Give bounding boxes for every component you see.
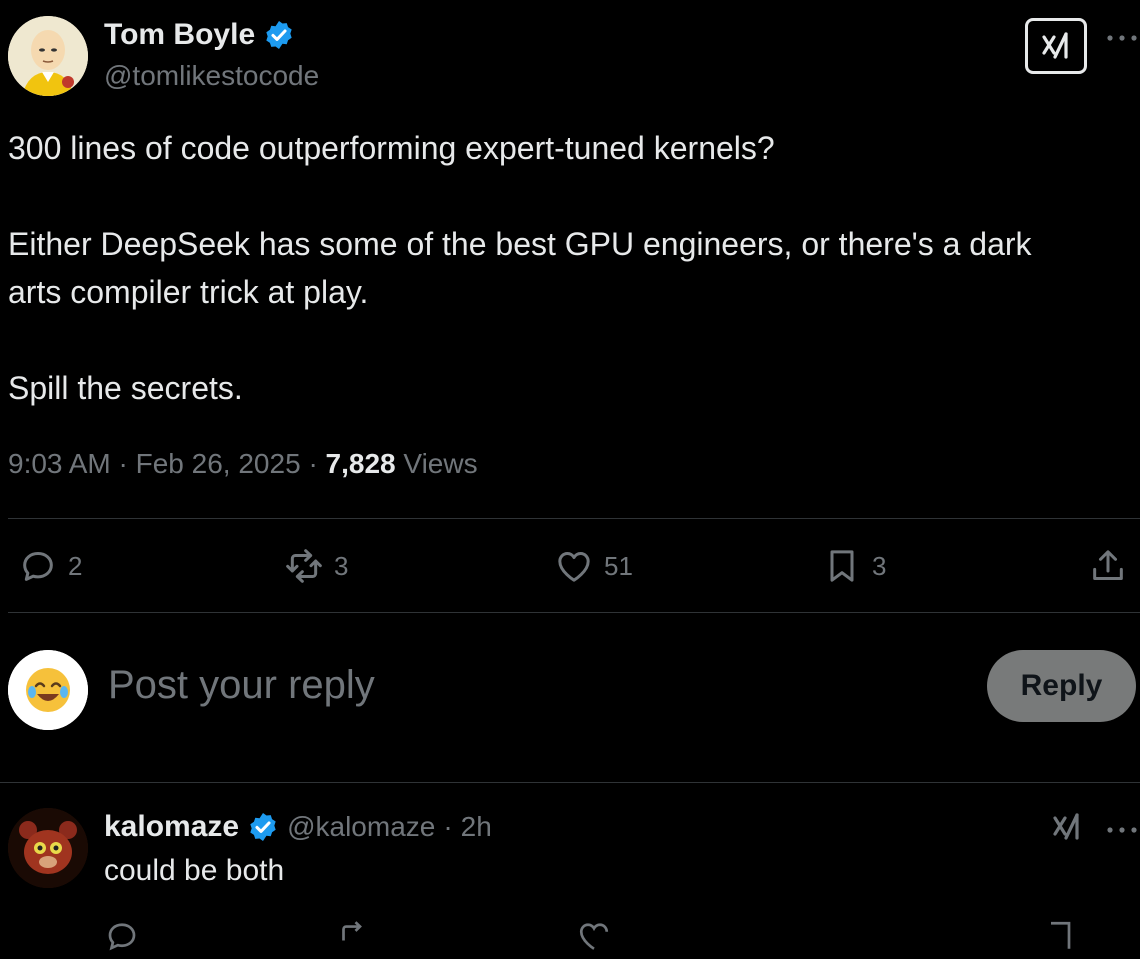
grok-icon[interactable]: [1050, 810, 1084, 849]
reply-author-name[interactable]: kalomaze: [104, 810, 239, 844]
like-count: 51: [604, 550, 633, 581]
reply-button[interactable]: Reply: [987, 650, 1136, 722]
bookmark-action[interactable]: 3: [822, 546, 886, 586]
reply-input[interactable]: Post your reply: [108, 663, 375, 708]
views-label: Views: [403, 448, 478, 479]
tweet-meta: 9:03 AM · Feb 26, 2025 · 7,828 Views: [8, 448, 478, 480]
bookmark-icon: [822, 546, 862, 586]
meta-separator: ·: [308, 448, 318, 479]
divider: [8, 518, 1140, 519]
tweet-text: 300 lines of code outperforming expert-t…: [8, 124, 1128, 412]
views-count: 7,828: [325, 448, 396, 479]
author-avatar[interactable]: [8, 16, 88, 96]
repost-action[interactable]: 3: [284, 546, 348, 586]
author-handle[interactable]: @tomlikestocode: [104, 60, 319, 92]
repost-count: 3: [334, 550, 349, 581]
reply-action[interactable]: 2: [18, 546, 82, 586]
reply-icon[interactable]: [104, 918, 140, 959]
verified-badge-icon: [263, 19, 295, 51]
author-name[interactable]: Tom Boyle: [104, 18, 255, 52]
heart-icon[interactable]: [576, 918, 612, 959]
reply-author-avatar[interactable]: [8, 808, 88, 888]
reply-count: 2: [68, 550, 83, 581]
tweet-line: arts compiler trick at play.: [8, 274, 369, 310]
reply-time[interactable]: 2h: [461, 811, 492, 843]
grok-icon: [1039, 29, 1073, 63]
share-icon: [1088, 546, 1128, 586]
share-action[interactable]: [1088, 546, 1128, 586]
tweet-line: Spill the secrets.: [8, 370, 243, 406]
tweet-line: Either DeepSeek has some of the best GPU…: [8, 226, 1032, 262]
tweet-time[interactable]: 9:03 AM: [8, 448, 111, 479]
reply-separator: ·: [443, 811, 453, 842]
more-dots-icon[interactable]: [1106, 30, 1138, 48]
reply-text: could be both: [104, 854, 285, 887]
current-user-avatar: [8, 650, 88, 730]
tweet-date[interactable]: Feb 26, 2025: [136, 448, 301, 479]
bookmark-count: 3: [872, 550, 887, 581]
heart-icon: [554, 546, 594, 586]
divider: [0, 782, 1140, 783]
reply-author-handle[interactable]: @kalomaze: [287, 811, 435, 843]
reply-icon: [18, 546, 58, 586]
bookmark-icon[interactable]: [1042, 918, 1078, 959]
like-action[interactable]: 51: [554, 546, 633, 586]
grok-button[interactable]: [1025, 18, 1087, 74]
verified-badge-icon: [247, 811, 279, 843]
repost-icon: [284, 546, 324, 586]
divider: [8, 612, 1140, 613]
repost-icon[interactable]: [336, 918, 372, 959]
meta-separator: ·: [118, 448, 128, 479]
more-dots-icon[interactable]: [1106, 822, 1138, 840]
tweet-line: 300 lines of code outperforming expert-t…: [8, 130, 775, 166]
